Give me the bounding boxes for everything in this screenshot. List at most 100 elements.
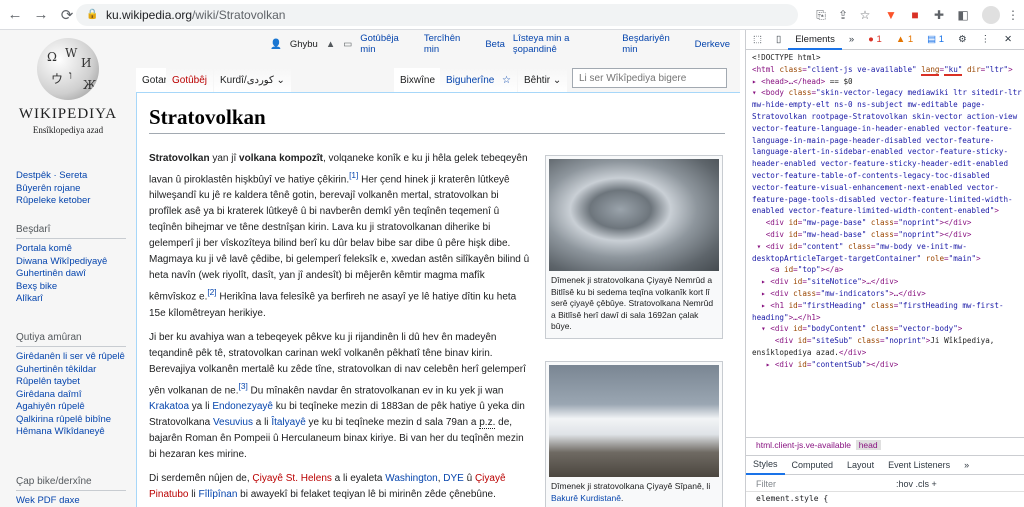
bold-term: Stratovolkan [149,153,210,164]
text: ye ku bi teqîneke mezin d sala 79an a [305,416,480,428]
crater-photo[interactable] [549,159,719,271]
nav-link[interactable]: Diwana Wîkîpediyayê [16,256,126,269]
tab-read[interactable]: Bixwîne [394,68,442,92]
contributions-link[interactable]: Beşdariyên min [622,33,686,55]
forward-button[interactable]: → [30,4,52,26]
tab-event-listeners[interactable]: Event Listeners [881,460,957,470]
nav-link[interactable]: Wek PDF daxe [16,495,126,507]
styles-filter[interactable]: Filter :hov .cls + [746,476,1024,492]
nav-link[interactable]: Qalkirina rûpelê bibîne [16,414,126,427]
element-style-rule[interactable]: element.style { [756,494,828,503]
reference-link[interactable]: [2] [207,287,216,297]
menu-kebab-icon[interactable]: ⋮ [1004,6,1022,24]
share-icon[interactable]: ⇪ [834,6,852,24]
device-toggle-icon[interactable]: ▯ [769,34,788,45]
nav-link[interactable]: Portala komê [16,243,126,256]
warning-count[interactable]: ▲ 1 [889,34,920,45]
paragraph: Di serdemên nûjen de, Çiyayê St. Helens … [149,471,533,503]
back-button[interactable]: ← [4,4,26,26]
address-bar[interactable]: 🔒 ku.wikipedia.org/wiki/Stratovolkan [76,4,798,26]
nav-print: Çap bike/derxîne Wek PDF daxe [16,476,126,507]
tab-styles[interactable]: Styles [746,455,785,475]
article-link[interactable]: DYE [443,473,464,484]
more-tabs-icon[interactable]: » [842,34,861,45]
caption-link[interactable]: Bakurê Kurdistanê [551,493,621,503]
article-body: Stratovolkan yan jî volkana kompozît, vo… [149,151,533,507]
watchlist-link[interactable]: Lîsteya min a şopandinê [513,33,614,55]
tab-computed[interactable]: Computed [785,460,841,470]
dom-breadcrumb[interactable]: html.client-js.ve-available head [746,437,1024,451]
messages-icon[interactable]: ▭ [343,39,352,50]
close-icon[interactable]: ✕ [997,34,1019,45]
breadcrumb-head[interactable]: head [855,440,881,450]
redlink[interactable]: Çiyayê St. Helens [252,473,331,484]
wikipedia-logo[interactable]: ΩWИ ウוЖ WIKIPEDIYA Ensîklopediya azad [12,38,124,135]
lock-icon: 🔒 [86,9,99,20]
nav-link[interactable]: Girêdana daîmî [16,389,126,402]
preferences-link[interactable]: Tercîhên min [424,33,478,55]
reference-link[interactable]: [1] [349,170,358,180]
translate-icon[interactable]: ⎘ [812,6,830,24]
logout-link[interactable]: Derkeve [695,39,730,50]
nav-link[interactable]: Rûpelên taybet [16,376,126,389]
tab-talk[interactable]: Gotûbêj [166,68,214,92]
watch-star-icon[interactable]: ☆ [496,68,517,92]
tab-layout[interactable]: Layout [840,460,881,470]
tab-more[interactable]: Bêhtir ⌄ [518,68,568,92]
breadcrumb-html[interactable]: html.client-js.ve-available [756,440,851,450]
figure-caption: Dîmenek ji stratovolkana Çiyayê Sîpanê, … [549,477,719,506]
more-tabs-icon[interactable]: » [957,460,976,470]
article-link[interactable]: Îtalyayê [271,417,305,428]
search-input[interactable] [572,68,727,88]
mountain-photo[interactable] [549,365,719,477]
devtools-menu-icon[interactable]: ⋮ [974,34,998,45]
wordmark: WIKIPEDIYA [18,106,118,122]
my-talk-link[interactable]: Gotûbêja min [360,33,416,55]
filter-tools[interactable]: :hov .cls + [896,476,937,492]
dom-tree[interactable]: <!DOCTYPE html> <html class="client-js v… [752,52,1022,371]
paragraph: Ji ber ku avahiya wan a tebeqeyek pêkve … [149,330,533,463]
abbreviation: p.z. [479,416,496,429]
profile-avatar[interactable] [982,6,1000,24]
filter-input[interactable]: Filter [756,479,776,489]
reference-link[interactable]: [3] [239,381,248,391]
error-count[interactable]: ● 1 [861,34,889,45]
settings-gear-icon[interactable]: ⚙ [951,34,974,45]
extension-icon[interactable]: ■ [906,6,924,24]
nav-link[interactable]: Guhertinên dawî [16,268,126,281]
text: Di serdemên nûjen de, [149,472,253,484]
portal-heading: Çap bike/derxîne [16,476,126,491]
article-link[interactable]: Vesuvius [213,417,253,428]
notifications-icon[interactable]: ▲ [326,39,335,50]
tab-language[interactable]: Kurdî/کوردی ⌄ [214,68,291,92]
tab-edit[interactable]: Biguherîne [440,68,501,92]
user-link[interactable]: Ghybu [290,39,318,50]
nav-link[interactable]: Hêmana Wîkîdaneyê [16,426,126,439]
nav-link[interactable]: Guhertinên têkildar [16,364,126,377]
nav-link[interactable]: Girêdanên li ser vê rûpelê [16,351,126,364]
extensions-puzzle-icon[interactable]: ✚ [930,6,948,24]
sidepanel-icon[interactable]: ◧ [954,6,972,24]
bookmark-star-icon[interactable]: ☆ [856,6,874,24]
article-content: Stratovolkan Stratovolkan yan jî volkana… [136,92,740,507]
article-link[interactable]: Fîlîpînan [198,489,237,500]
tab-elements[interactable]: Elements [788,30,842,50]
text: yan jî [209,153,240,164]
beta-link[interactable]: Beta [485,39,505,50]
reload-button[interactable]: ⟳ [56,4,78,26]
caption-text: . [620,492,624,503]
article-link[interactable]: Endonezyayê [212,401,273,412]
brave-shield-icon[interactable]: ▼ [882,6,900,24]
nav-link[interactable]: Destpêk · Sereta [16,170,126,183]
nav-link[interactable]: Rûpeleke ketober [16,195,126,208]
text: ya li [189,400,213,412]
article-link[interactable]: Krakatoa [149,401,189,412]
inspect-icon[interactable]: ⬚ [746,34,769,45]
nav-link[interactable]: Agahiyên rûpelê [16,401,126,414]
devtools-tabbar: ⬚ ▯ Elements » ● 1 ▲ 1 ▤ 1 ⚙ ⋮ ✕ [746,30,1024,50]
issues-count[interactable]: ▤ 1 [920,34,951,45]
article-link[interactable]: Washington [385,473,437,484]
nav-link[interactable]: Bûyerên rojane [16,183,126,196]
nav-link[interactable]: Alîkarî [16,293,126,306]
nav-link[interactable]: Bexş bike [16,281,126,294]
